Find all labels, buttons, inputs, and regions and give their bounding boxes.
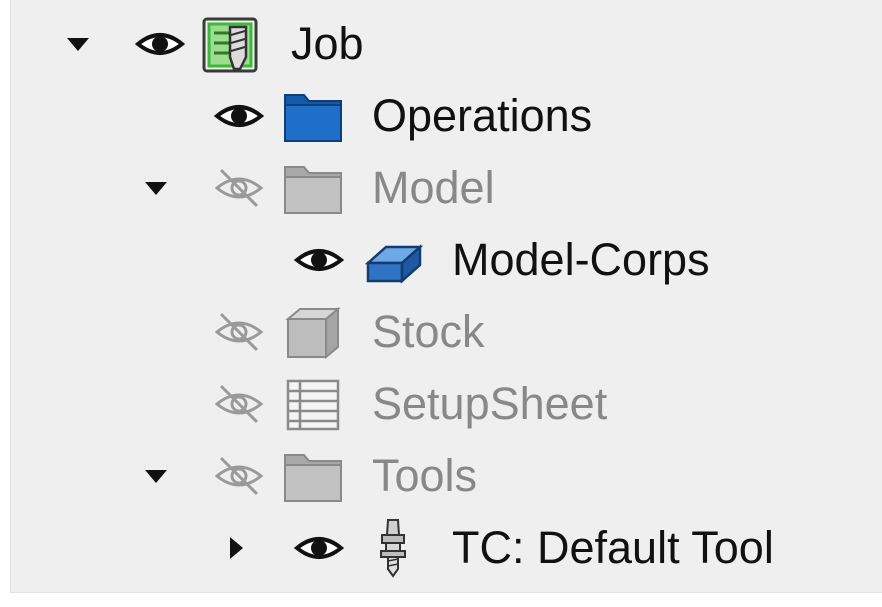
collapse-arrow-icon[interactable]	[221, 533, 251, 563]
tree-item-model-corps[interactable]: Model-Corps	[11, 224, 882, 296]
solid-body-icon	[362, 229, 424, 291]
eye-visible-icon[interactable]	[293, 234, 345, 286]
job-icon	[200, 13, 262, 75]
tree-item-tools[interactable]: Tools	[11, 440, 882, 512]
eye-hidden-icon[interactable]	[213, 378, 265, 430]
tree-item-label: TC: Default Tool	[452, 522, 774, 573]
tree-item-stock[interactable]: Stock	[11, 296, 882, 368]
eye-hidden-icon[interactable]	[213, 450, 265, 502]
tree-item-model[interactable]: Model	[11, 152, 882, 224]
eye-visible-icon[interactable]	[134, 18, 186, 70]
tree-item-label: Tools	[372, 450, 478, 501]
tree-item-job[interactable]: Job	[11, 8, 882, 80]
folder-gray-icon	[282, 445, 344, 507]
tree-item-operations[interactable]: Operations	[11, 80, 882, 152]
tree-item-tc-default-tool[interactable]: TC: Default Tool	[11, 512, 882, 584]
eye-hidden-icon[interactable]	[213, 162, 265, 214]
tree-item-label: Job	[291, 18, 364, 69]
folder-gray-icon	[282, 157, 344, 219]
tool-controller-icon	[362, 517, 424, 579]
expand-arrow-icon[interactable]	[141, 461, 171, 491]
stock-cube-icon	[282, 301, 344, 363]
folder-blue-icon	[282, 85, 344, 147]
setup-sheet-icon	[282, 373, 344, 435]
eye-hidden-icon[interactable]	[213, 306, 265, 358]
eye-visible-icon[interactable]	[293, 522, 345, 574]
tree-item-label: Model	[372, 162, 495, 213]
tree-item-label: Operations	[372, 90, 593, 141]
tree-item-label: Model-Corps	[452, 234, 710, 285]
tree-view[interactable]: Job Operations Model Model-Corps Stock S…	[10, 0, 882, 593]
expand-arrow-icon[interactable]	[141, 173, 171, 203]
tree-item-label: SetupSheet	[372, 378, 608, 429]
tree-item-label: Stock	[372, 306, 485, 357]
eye-visible-icon[interactable]	[213, 90, 265, 142]
expand-arrow-icon[interactable]	[63, 29, 93, 59]
tree-item-setupsheet[interactable]: SetupSheet	[11, 368, 882, 440]
